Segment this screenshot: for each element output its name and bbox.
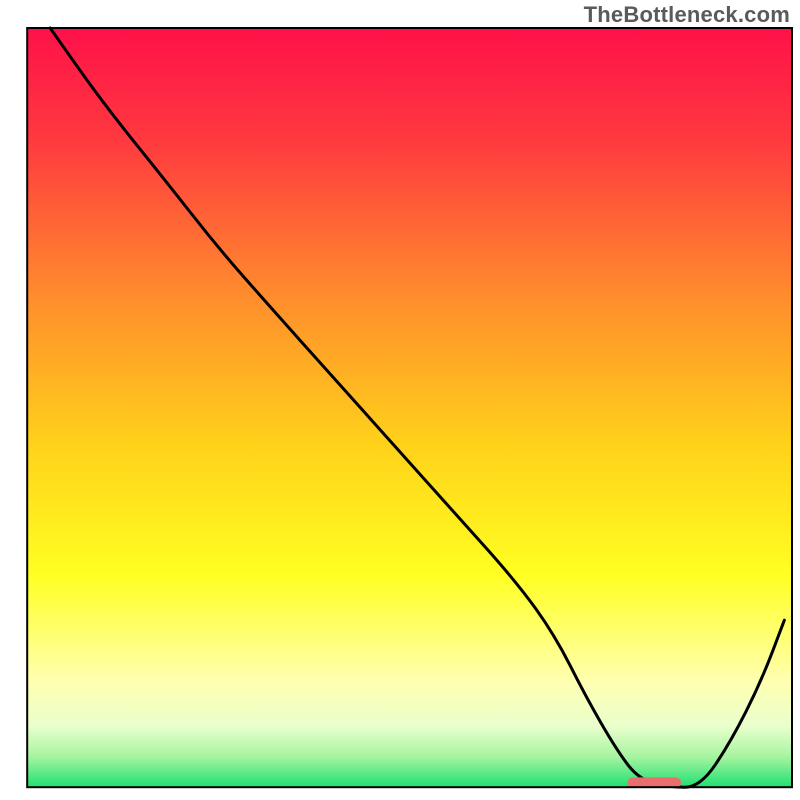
bottleneck-chart [0,0,800,800]
chart-stage: TheBottleneck.com [0,0,800,800]
watermark-text: TheBottleneck.com [584,2,790,28]
gradient-bg [27,28,792,787]
